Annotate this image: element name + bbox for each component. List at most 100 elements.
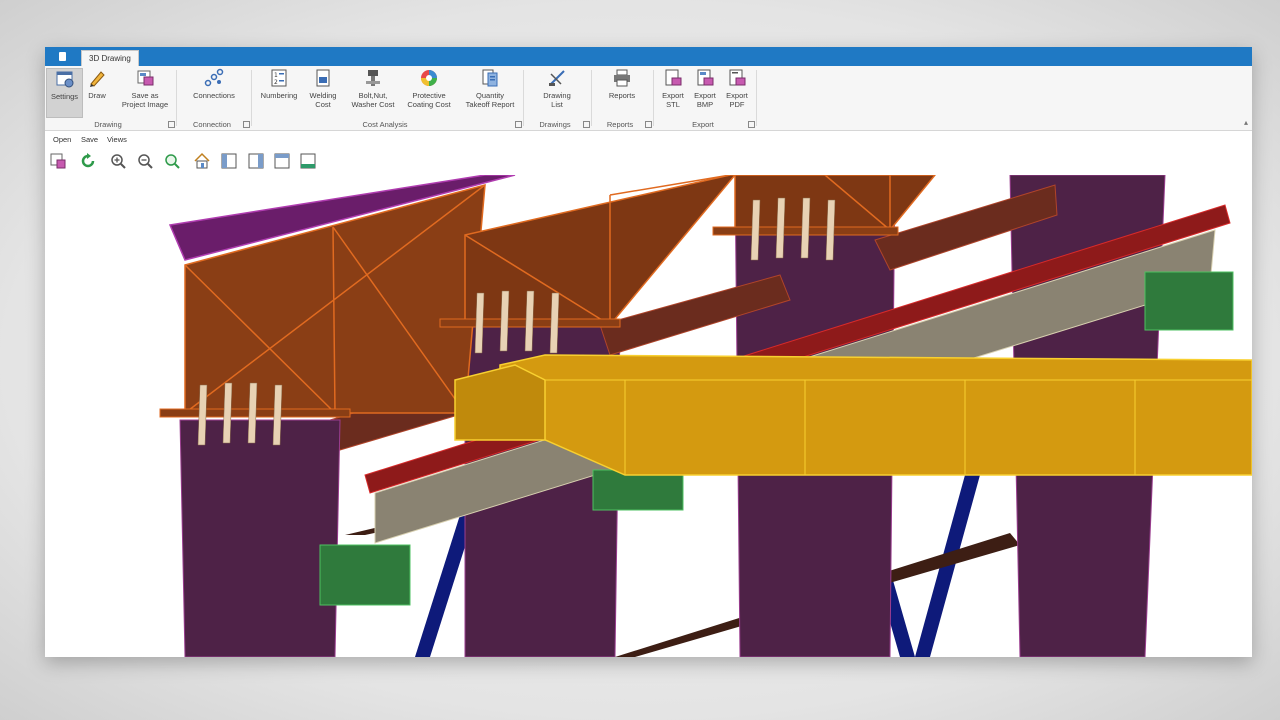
bolt-nut-washer-cost-button[interactable]: Bolt,Nut, Washer Cost — [348, 68, 398, 109]
connections-button[interactable]: Connections — [188, 68, 240, 100]
protective-label-2: Coating Cost — [407, 100, 451, 109]
report-icon — [480, 68, 500, 88]
color-wheel-icon — [419, 68, 439, 88]
draw-button[interactable]: Draw — [85, 68, 109, 100]
connections-label: Connections — [193, 91, 235, 100]
title-bar: 3D Drawing — [45, 47, 1252, 67]
refresh-icon[interactable] — [78, 151, 98, 171]
quantity-label-2: Takeoff Report — [465, 100, 515, 109]
group-separator — [653, 70, 654, 126]
file-menu-button[interactable] — [45, 47, 79, 66]
protective-label-1: Protective — [412, 91, 446, 100]
export-stl-label-2: STL — [666, 100, 680, 109]
reports-label: Reports — [608, 91, 636, 100]
connection-plate — [319, 544, 411, 606]
draw-label: Draw — [88, 91, 106, 100]
export-bmp-icon — [695, 68, 715, 88]
zoom-in-icon[interactable] — [108, 151, 128, 171]
3d-model-render — [159, 174, 1252, 657]
export-group-launcher-icon[interactable] — [748, 121, 755, 128]
document-icon — [58, 52, 66, 61]
save-project-image-button[interactable]: Save as Project Image — [117, 68, 173, 109]
drawing-list-icon — [547, 68, 567, 88]
welding-label-1: Welding — [309, 91, 337, 100]
export-bmp-label-2: BMP — [696, 100, 714, 109]
reports-group-launcher-icon[interactable] — [645, 121, 652, 128]
group-label-export: Export — [692, 120, 714, 129]
group-separator — [523, 70, 524, 126]
save-image-icon — [135, 68, 155, 88]
drawing-list-button[interactable]: Drawing List — [537, 68, 577, 109]
group-separator — [756, 70, 757, 126]
protective-coating-cost-button[interactable]: Protective Coating Cost — [404, 68, 454, 109]
ribbon: Settings Draw Save as Project Image Draw… — [45, 66, 1252, 131]
quantity-label-1: Quantity — [476, 91, 504, 100]
group-label-drawing: Drawing — [94, 120, 122, 129]
bolt-icon — [363, 68, 383, 88]
numbering-icon: 12 — [269, 68, 289, 88]
connection-group-launcher-icon[interactable] — [243, 121, 250, 128]
connections-icon — [204, 68, 224, 88]
zoom-extents-icon[interactable] — [162, 151, 182, 171]
bottom-view-icon[interactable] — [298, 151, 318, 171]
export-pdf-icon — [727, 68, 747, 88]
settings-button[interactable]: Settings — [46, 68, 83, 118]
group-separator — [176, 70, 177, 126]
bolt-label-2: Washer Cost — [351, 100, 395, 109]
drawings-group-launcher-icon[interactable] — [583, 121, 590, 128]
column — [179, 419, 341, 657]
drawing-list-label-2: List — [551, 100, 563, 109]
zoom-out-icon[interactable] — [135, 151, 155, 171]
menu-save[interactable]: Save — [81, 135, 98, 144]
home-view-icon[interactable] — [192, 151, 212, 171]
tab-3d-drawing[interactable]: 3D Drawing — [81, 50, 139, 67]
welding-icon — [313, 68, 333, 88]
drawing-group-launcher-icon[interactable] — [168, 121, 175, 128]
group-label-drawings: Drawings — [539, 120, 571, 129]
printer-icon — [612, 68, 632, 88]
reports-button[interactable]: Reports — [605, 68, 639, 100]
settings-icon — [55, 69, 75, 89]
export-stl-icon — [663, 68, 683, 88]
group-label-reports: Reports — [606, 120, 634, 129]
welding-label-2: Cost — [315, 100, 331, 109]
pencil-icon — [87, 68, 107, 88]
view-toolbar — [45, 149, 1252, 173]
menu-views[interactable]: Views — [107, 135, 127, 144]
welding-cost-button[interactable]: Welding Cost — [306, 68, 340, 109]
bolt-label-1: Bolt,Nut, — [358, 91, 388, 100]
cost-analysis-group-launcher-icon[interactable] — [515, 121, 522, 128]
settings-label: Settings — [50, 92, 79, 101]
girder-end-connection — [454, 364, 546, 441]
export-stl-label-1: Export — [662, 91, 684, 100]
main-girder — [499, 354, 1252, 476]
export-bmp-button[interactable]: Export BMP — [690, 68, 720, 109]
app-window: 3D Drawing Settings Draw Save as Project… — [45, 47, 1252, 657]
left-view-icon[interactable] — [219, 151, 239, 171]
quick-menu: Open Save Views — [45, 132, 1252, 146]
export-pdf-label-2: PDF — [729, 100, 745, 109]
export-bmp-label-1: Export — [694, 91, 716, 100]
group-label-connection: Connection — [193, 120, 231, 129]
3d-viewport[interactable] — [45, 174, 1252, 657]
quantity-takeoff-report-button[interactable]: Quantity Takeoff Report — [459, 68, 521, 109]
menu-open[interactable]: Open — [53, 135, 71, 144]
right-view-icon[interactable] — [246, 151, 266, 171]
drawing-list-label-1: Drawing — [543, 91, 571, 100]
group-label-cost-analysis: Cost Analysis — [362, 120, 408, 129]
export-stl-button[interactable]: Export STL — [658, 68, 688, 109]
group-separator — [251, 70, 252, 126]
top-view-icon[interactable] — [272, 151, 292, 171]
numbering-label: Numbering — [260, 91, 298, 100]
save-image-label-2: Project Image — [121, 100, 169, 109]
save-image-label-1: Save as — [131, 91, 159, 100]
svg-text:2: 2 — [274, 79, 278, 86]
svg-text:1: 1 — [274, 72, 278, 79]
snapshot-icon[interactable] — [48, 151, 68, 171]
connection-plate — [592, 469, 684, 511]
export-pdf-label-1: Export — [726, 91, 748, 100]
export-pdf-button[interactable]: Export PDF — [722, 68, 752, 109]
numbering-button[interactable]: 12 Numbering — [257, 68, 301, 100]
connection-plate — [1144, 271, 1234, 331]
collapse-ribbon-icon[interactable]: ▴ — [1244, 118, 1248, 127]
